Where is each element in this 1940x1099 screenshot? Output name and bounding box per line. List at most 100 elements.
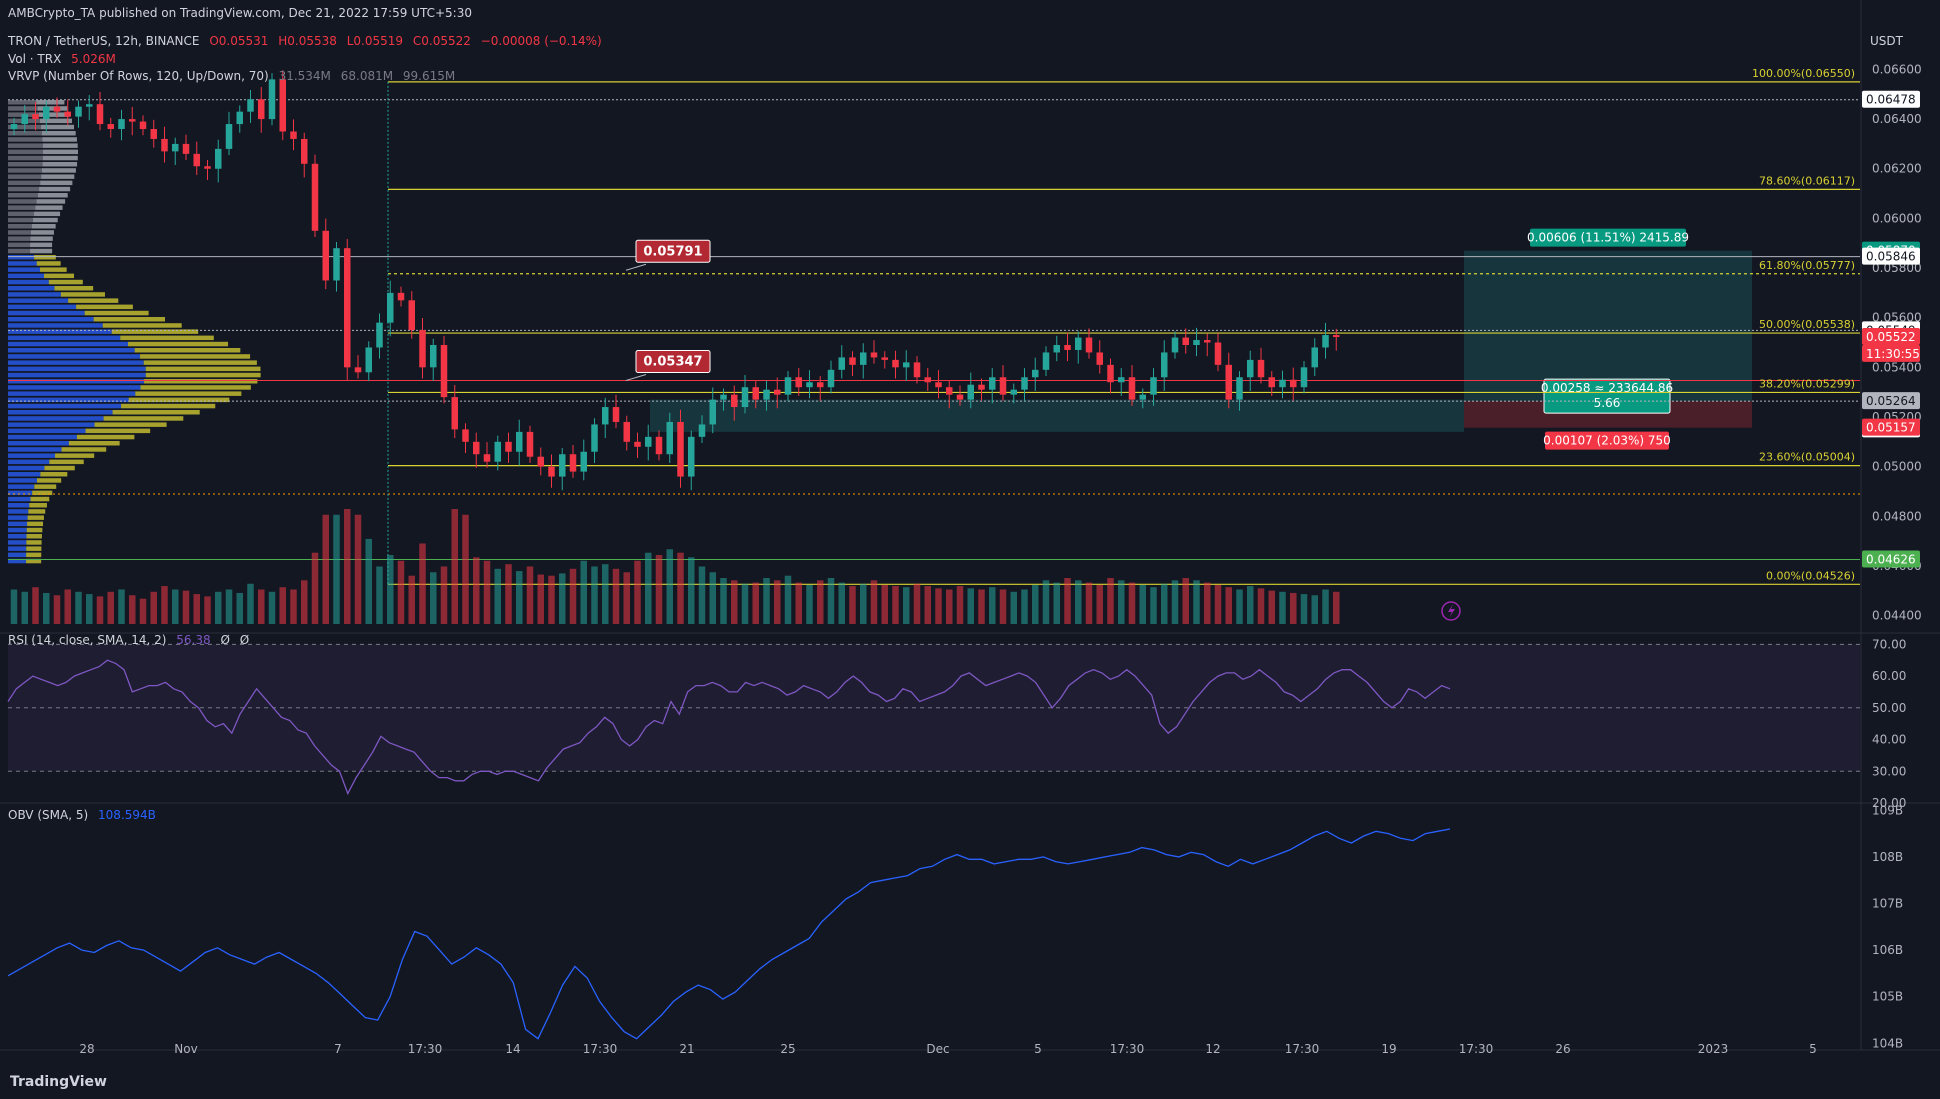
volume-bar — [258, 589, 265, 624]
vrvp-label: VRVP (Number Of Rows, 120, Up/Down, 70) — [8, 69, 269, 83]
time-tick: 17:30 — [408, 1042, 443, 1056]
price-tag: 0.05846 — [1866, 250, 1916, 264]
candle-body — [623, 421, 630, 442]
profile-row-down — [40, 180, 73, 186]
profile-row-down — [34, 255, 56, 260]
annotation-pointer — [625, 263, 647, 271]
volume-bar — [838, 582, 845, 624]
candle-body — [1161, 352, 1168, 378]
volume-bar — [1268, 590, 1275, 624]
candle-body — [784, 377, 792, 395]
vrvp-legend[interactable]: VRVP (Number Of Rows, 120, Up/Down, 70) … — [8, 69, 461, 83]
profile-row-up — [8, 155, 43, 161]
profile-row-up — [8, 205, 36, 210]
profile-row-up — [8, 199, 37, 204]
volume-bar — [526, 566, 534, 624]
profile-row-down — [30, 248, 53, 254]
currency-label: USDT — [1870, 34, 1903, 48]
candle-body — [139, 121, 147, 130]
volume-bar — [268, 591, 276, 624]
profile-row-down — [140, 385, 251, 390]
profile-row-up — [8, 162, 43, 167]
volume-bar — [763, 578, 770, 624]
profile-row-up — [8, 540, 27, 545]
symbol-line[interactable]: TRON / TetherUS, 12h, BINANCE O0.05531 H… — [8, 34, 608, 48]
profile-row-up — [8, 193, 38, 198]
candle-body — [1085, 337, 1093, 353]
profile-row-up — [8, 372, 146, 378]
profile-row-up — [8, 217, 33, 223]
time-tick: 17:30 — [1459, 1042, 1494, 1056]
candle-body — [64, 111, 71, 117]
candle-body — [1139, 394, 1146, 400]
publish-text: AMBCrypto_TA published on TradingView.co… — [8, 6, 472, 20]
obv-tick: 104B — [1872, 1036, 1903, 1050]
candle-body — [1247, 359, 1254, 378]
time-tick: 17:30 — [1285, 1042, 1320, 1056]
profile-row-down — [102, 323, 182, 328]
candle-body — [419, 330, 426, 368]
annotations[interactable]: 0.05791 0.05347 — [625, 239, 711, 381]
volume-bar — [225, 589, 233, 624]
profile-row-up — [8, 441, 69, 446]
volume-bar — [53, 595, 61, 624]
candle-body — [1032, 369, 1039, 378]
profile-row-down — [40, 118, 73, 124]
candle-body — [634, 441, 641, 447]
profile-row-down — [36, 261, 61, 266]
volume-bar — [376, 566, 383, 624]
tradingview-logo[interactable]: TradingView — [10, 1074, 107, 1090]
volume-bar — [129, 595, 136, 624]
obv-legend[interactable]: OBV (SMA, 5) 108.594B — [8, 808, 162, 822]
profile-row-up — [8, 180, 41, 186]
candle-body — [838, 357, 845, 370]
volume-bar — [978, 589, 985, 624]
profile-row-up — [8, 527, 27, 533]
candle-body — [1182, 337, 1189, 345]
time-axis[interactable]: 28 Nov 7 17:30 14 17:30 21 25 Dec 5 17:30 12 17:30 19… — [79, 1042, 1816, 1056]
profile-row-down — [84, 310, 149, 316]
volume-bar — [43, 592, 50, 624]
profile-row-down — [144, 379, 258, 384]
candle-body — [774, 389, 781, 395]
candle-body — [935, 382, 942, 388]
profile-row-up — [8, 509, 29, 514]
obv-tick: 106B — [1872, 943, 1903, 957]
time-tick: 28 — [79, 1042, 94, 1056]
profile-row-down — [145, 372, 261, 378]
ohlc-change: −0.00008 (−0.14%) — [480, 34, 602, 48]
profile-row-up — [8, 348, 135, 353]
volume-bar — [870, 580, 878, 624]
fib-label: 23.60%(0.05004) — [1759, 451, 1855, 464]
symbol-title[interactable]: TRON / TetherUS, 12h, BINANCE — [8, 34, 200, 48]
price-tag: 0.06478 — [1866, 93, 1916, 107]
volume-bar — [75, 591, 82, 624]
volume-bar — [161, 586, 168, 624]
candle-body — [354, 367, 362, 373]
ohlc-close: C0.05522 — [412, 34, 471, 48]
volume-bar — [634, 560, 641, 624]
volume-bar — [849, 586, 856, 624]
candle-body — [1010, 389, 1017, 395]
candle-body — [978, 384, 985, 390]
lightning-icon[interactable] — [1441, 601, 1461, 621]
candle-body — [397, 292, 405, 301]
volume-bar — [881, 584, 888, 624]
volume-bar — [1075, 580, 1082, 624]
candle-body — [301, 138, 308, 164]
profile-row-down — [76, 434, 135, 440]
position-zones[interactable]: 0.00606 (11.51%) 2415.890.00258 ≈ 233644… — [650, 228, 1752, 450]
rsi-label: RSI (14, close, SMA, 14, 2) — [8, 633, 167, 647]
volume-bar — [204, 596, 211, 624]
rsi-legend[interactable]: RSI (14, close, SMA, 14, 2) 56.38 Ø Ø — [8, 633, 255, 647]
volume-bar — [301, 580, 308, 624]
volume-bar — [21, 591, 28, 624]
candle-body — [1075, 337, 1082, 350]
obv-tick: 108B — [1872, 850, 1903, 864]
candle-body — [268, 79, 276, 120]
obv-label: OBV (SMA, 5) — [8, 808, 89, 822]
chart-canvas[interactable]: 0.00606 (11.51%) 2415.890.00258 ≈ 233644… — [0, 0, 1940, 1099]
volume-legend[interactable]: Vol · TRX 5.026M — [8, 52, 122, 66]
profile-row-down — [103, 416, 184, 421]
profile-row-up — [8, 403, 122, 409]
